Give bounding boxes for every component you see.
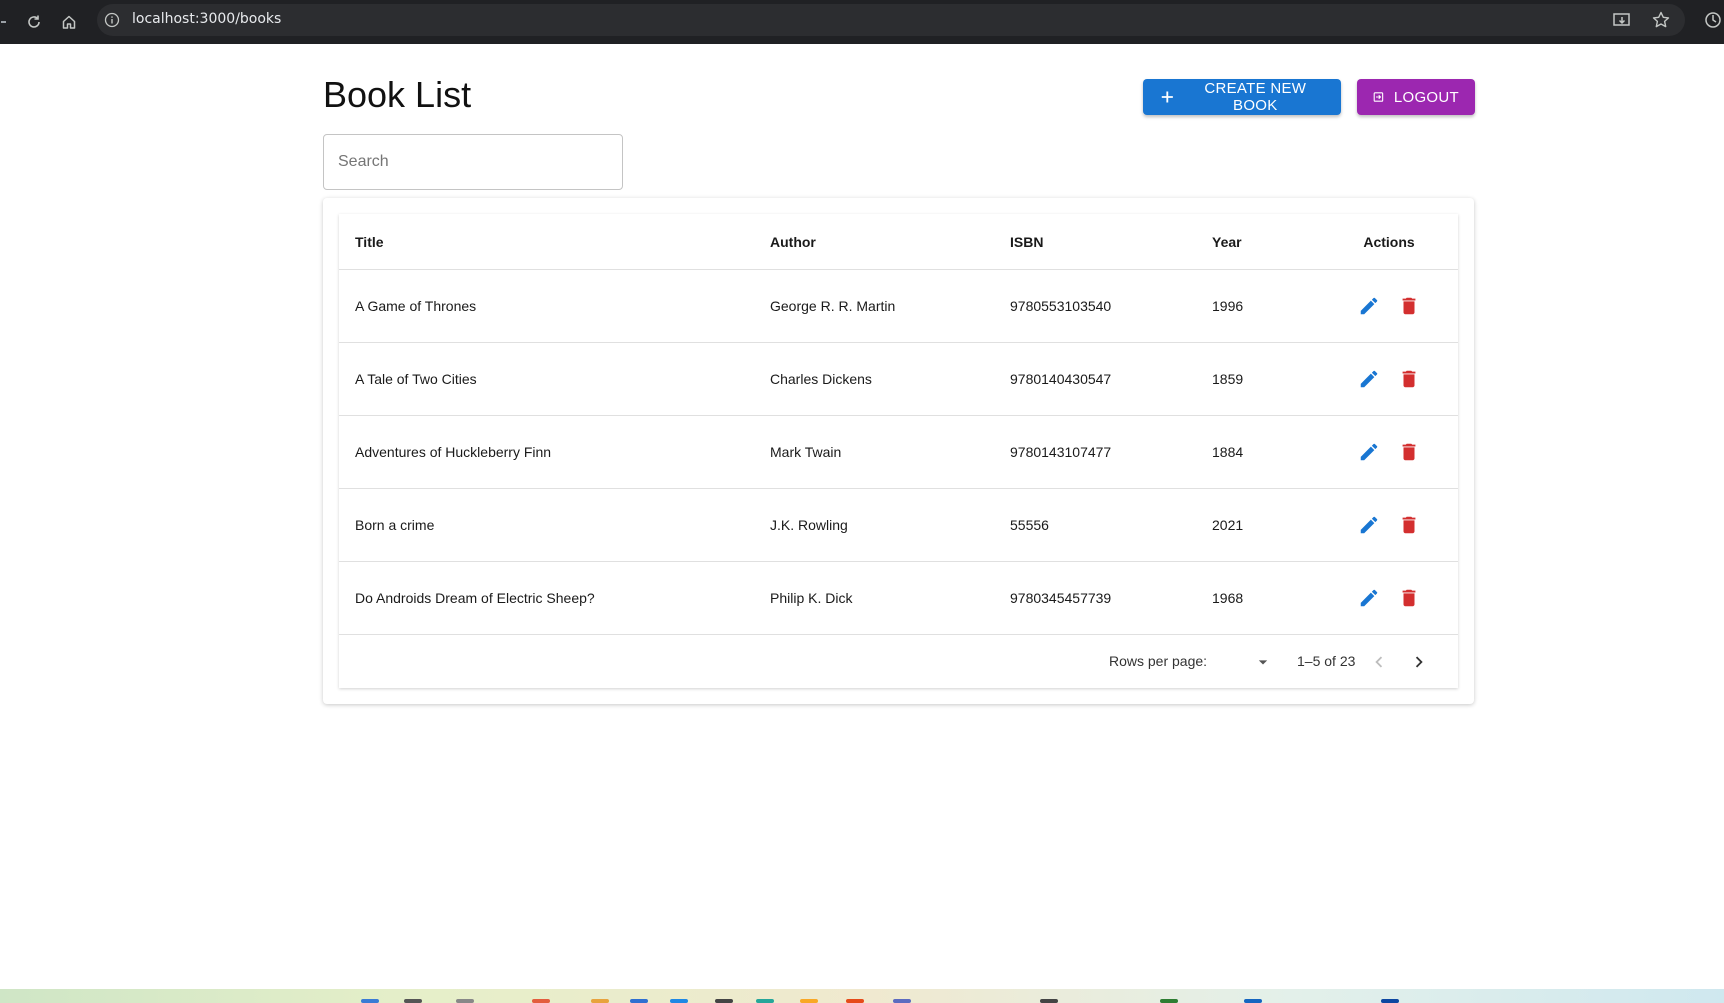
create-new-book-button[interactable]: CREATE NEW BOOK — [1143, 79, 1341, 115]
table-row[interactable]: Adventures of Huckleberry Finn Mark Twai… — [339, 416, 1458, 489]
delete-icon[interactable] — [1397, 294, 1421, 318]
cell-year: 1968 — [1212, 590, 1244, 606]
cell-isbn: 9780553103540 — [1010, 298, 1112, 314]
delete-icon[interactable] — [1397, 440, 1421, 464]
search-input[interactable] — [324, 135, 622, 189]
create-new-book-label: CREATE NEW BOOK — [1204, 80, 1307, 114]
page-title: Book List — [323, 74, 472, 115]
cell-title: A Tale of Two Cities — [355, 371, 477, 387]
search-field[interactable] — [323, 134, 623, 190]
delete-icon[interactable] — [1397, 513, 1421, 537]
cell-actions — [1339, 270, 1439, 342]
cell-actions — [1339, 562, 1439, 634]
table-row[interactable]: Do Androids Dream of Electric Sheep? Phi… — [339, 562, 1458, 635]
back-arrow-icon[interactable] — [0, 14, 6, 30]
cell-year: 1884 — [1212, 444, 1244, 460]
cell-year: 1859 — [1212, 371, 1244, 387]
taskbar-app-icon[interactable] — [1244, 999, 1262, 1003]
extensions-icon[interactable] — [1703, 10, 1723, 30]
edit-icon[interactable] — [1357, 440, 1381, 464]
edit-icon[interactable] — [1357, 513, 1381, 537]
column-header-year[interactable]: Year — [1212, 214, 1242, 269]
column-header-author[interactable]: Author — [770, 214, 816, 269]
next-page-button[interactable] — [1405, 648, 1433, 676]
taskbar-app-icon[interactable] — [756, 999, 774, 1003]
taskbar-app-icon[interactable] — [630, 999, 648, 1003]
logout-icon — [1373, 92, 1384, 102]
delete-icon[interactable] — [1397, 586, 1421, 610]
column-header-title[interactable]: Title — [355, 214, 384, 269]
cell-isbn: 9780140430547 — [1010, 371, 1112, 387]
taskbar-app-icon[interactable] — [800, 999, 818, 1003]
column-header-actions: Actions — [1363, 233, 1415, 250]
taskbar-app-icon[interactable] — [715, 999, 733, 1003]
cell-title: Do Androids Dream of Electric Sheep? — [355, 590, 595, 606]
cell-actions — [1339, 489, 1439, 561]
pagination-range: 1–5 of 23 — [1297, 653, 1356, 669]
taskbar-app-icon[interactable] — [404, 999, 422, 1003]
cell-author: Charles Dickens — [770, 371, 872, 387]
url-text[interactable]: localhost:3000/books — [132, 11, 281, 27]
cell-year: 1996 — [1212, 298, 1244, 314]
cell-author: J.K. Rowling — [770, 517, 848, 533]
taskbar-app-icon[interactable] — [893, 999, 911, 1003]
cell-author: George R. R. Martin — [770, 298, 896, 314]
table-row[interactable]: A Game of Thrones George R. R. Martin 97… — [339, 270, 1458, 343]
cell-title: A Game of Thrones — [355, 298, 477, 314]
cell-isbn: 9780345457739 — [1010, 590, 1112, 606]
cell-author: Philip K. Dick — [770, 590, 853, 606]
taskbar-app-icon[interactable] — [456, 999, 474, 1003]
cell-actions — [1339, 416, 1439, 488]
bookmark-star-icon[interactable] — [1651, 10, 1671, 30]
rows-per-page-label: Rows per page: — [1109, 653, 1208, 669]
cell-title: Born a crime — [355, 517, 435, 533]
dropdown-arrow-icon — [1258, 660, 1268, 665]
taskbar-app-icon[interactable] — [1381, 999, 1399, 1003]
cell-author: Mark Twain — [770, 444, 842, 460]
table-header-row: Title Author ISBN Year Actions — [339, 214, 1458, 270]
rows-per-page-select[interactable] — [1249, 650, 1277, 674]
logout-button[interactable]: LOGOUT — [1357, 79, 1475, 115]
previous-page-button[interactable] — [1365, 648, 1393, 676]
edit-icon[interactable] — [1357, 367, 1381, 391]
taskbar-app-icon[interactable] — [532, 999, 550, 1003]
install-app-icon[interactable] — [1612, 10, 1632, 30]
book-table-card: Title Author ISBN Year Actions A Game of… — [323, 198, 1474, 704]
taskbar-app-icon[interactable] — [591, 999, 609, 1003]
cell-year: 2021 — [1212, 517, 1244, 533]
reload-icon[interactable] — [22, 10, 46, 34]
edit-icon[interactable] — [1357, 586, 1381, 610]
plus-icon — [1161, 91, 1173, 103]
table-row[interactable]: A Tale of Two Cities Charles Dickens 978… — [339, 343, 1458, 416]
table-row[interactable]: Born a crime J.K. Rowling 55556 2021 — [339, 489, 1458, 562]
logout-label: LOGOUT — [1393, 88, 1459, 106]
home-icon[interactable] — [57, 10, 81, 34]
cell-title: Adventures of Huckleberry Finn — [355, 444, 552, 460]
edit-icon[interactable] — [1357, 294, 1381, 318]
cell-isbn: 9780143107477 — [1010, 444, 1112, 460]
cell-actions — [1339, 343, 1439, 415]
table-pagination: Rows per page: 1–5 of 23 — [339, 636, 1458, 688]
site-info-icon[interactable] — [104, 12, 120, 28]
taskbar-app-icon[interactable] — [1160, 999, 1178, 1003]
chevron-left-icon — [1375, 656, 1383, 668]
book-table: Title Author ISBN Year Actions A Game of… — [339, 214, 1458, 688]
cell-isbn: 55556 — [1010, 517, 1049, 533]
address-bar[interactable] — [97, 4, 1685, 36]
taskbar-app-icon[interactable] — [361, 999, 379, 1003]
taskbar-app-icon[interactable] — [670, 999, 688, 1003]
chevron-right-icon — [1415, 656, 1423, 668]
column-header-isbn[interactable]: ISBN — [1010, 214, 1043, 269]
taskbar-app-icon[interactable] — [1040, 999, 1058, 1003]
delete-icon[interactable] — [1397, 367, 1421, 391]
browser-toolbar: localhost:3000/books — [0, 0, 1724, 44]
taskbar-app-icon[interactable] — [846, 999, 864, 1003]
